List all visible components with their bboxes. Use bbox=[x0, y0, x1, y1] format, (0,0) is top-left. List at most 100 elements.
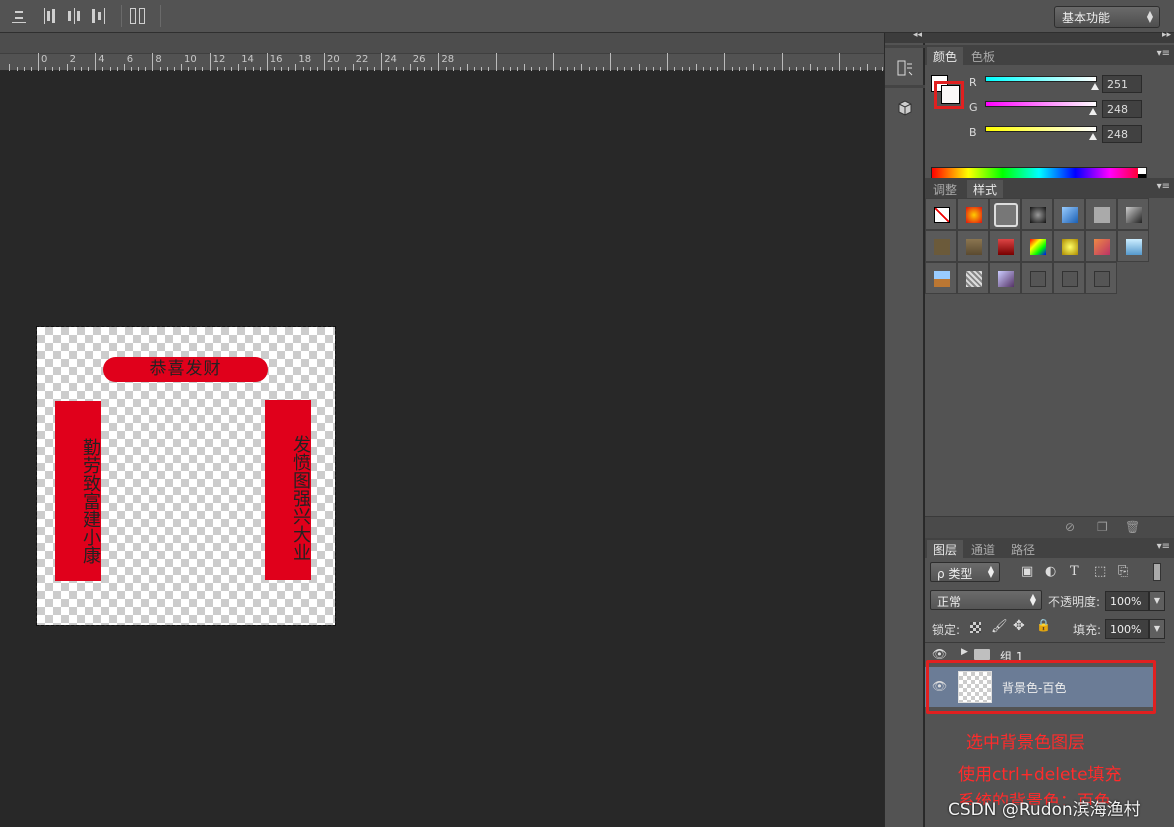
panel-menu-icon[interactable]: ▾≡ bbox=[1157, 48, 1170, 59]
workspace-switcher[interactable]: 基本功能 ▲ ▼ bbox=[1054, 6, 1160, 28]
panel-menu-icon[interactable]: ▾≡ bbox=[1157, 541, 1170, 552]
new-style-icon[interactable]: ❐ bbox=[1097, 520, 1108, 534]
channel-g-value[interactable]: 248 bbox=[1102, 100, 1142, 118]
highlight-box bbox=[934, 81, 964, 109]
style-preset[interactable] bbox=[1021, 230, 1053, 262]
style-pattern-swatch bbox=[966, 271, 982, 287]
ruler-label: 0 bbox=[41, 54, 48, 65]
style-preset[interactable] bbox=[957, 198, 989, 230]
clear-style-icon[interactable]: ⊘ bbox=[1065, 520, 1075, 534]
ruler-label: 4 bbox=[98, 54, 105, 65]
style-preset[interactable] bbox=[989, 230, 1021, 262]
style-preset[interactable] bbox=[957, 230, 989, 262]
lock-transparent-icon[interactable] bbox=[970, 622, 981, 633]
lock-paint-brush-icon[interactable]: 🖌 bbox=[991, 619, 1008, 634]
style-preset[interactable] bbox=[989, 198, 1021, 230]
style-preset[interactable] bbox=[1053, 262, 1085, 294]
align-left-edges-icon[interactable] bbox=[44, 8, 60, 24]
style-olive-swatch bbox=[934, 239, 950, 255]
filter-pixel-icon[interactable]: ▣ bbox=[1021, 564, 1033, 579]
styles-panel: 调整 样式 ▾≡ ⊘ ❐ 🗑 bbox=[925, 178, 1174, 538]
channel-r-slider[interactable] bbox=[985, 76, 1097, 82]
ruler-label: 26 bbox=[412, 54, 426, 65]
tab-swatches[interactable]: 色板 bbox=[965, 47, 1001, 65]
style-preset[interactable] bbox=[1085, 262, 1117, 294]
style-preset[interactable] bbox=[925, 262, 957, 294]
updown-arrows-icon: ▲ ▼ bbox=[1146, 9, 1153, 24]
style-sunset-swatch bbox=[1094, 239, 1110, 255]
align-vertical-centers-icon[interactable] bbox=[12, 8, 28, 24]
distribute-vertical-icon[interactable] bbox=[68, 8, 84, 24]
lock-all-icon[interactable]: 🔒 bbox=[1036, 618, 1051, 632]
style-preset[interactable] bbox=[1053, 230, 1085, 262]
horizontal-ruler[interactable]: 0 2 4 6 8 10 12 14 16 18 20 22 24 26 28 bbox=[0, 33, 884, 71]
tab-color[interactable]: 颜色 bbox=[927, 47, 964, 65]
style-preset[interactable] bbox=[1085, 198, 1117, 230]
channel-r-thumb[interactable] bbox=[1091, 83, 1099, 90]
channel-g-slider[interactable] bbox=[985, 101, 1097, 107]
auto-align-layers-icon[interactable] bbox=[130, 8, 146, 24]
trash-icon[interactable]: 🗑 bbox=[1125, 520, 1140, 534]
fill-input[interactable]: 100% bbox=[1105, 619, 1149, 639]
document-canvas[interactable]: 恭喜发财 勤劳致富建小康 发愤图强兴大业 bbox=[36, 326, 336, 626]
style-blue-glass-swatch bbox=[1062, 207, 1078, 223]
style-preset[interactable] bbox=[1053, 198, 1085, 230]
filter-type-icon[interactable]: T bbox=[1070, 564, 1079, 579]
style-purple-swatch bbox=[998, 271, 1014, 287]
style-empty-1-swatch bbox=[1030, 271, 1046, 287]
ruler-label: 28 bbox=[441, 54, 455, 65]
tab-styles[interactable]: 样式 bbox=[967, 180, 1004, 198]
channel-b-slider[interactable] bbox=[985, 126, 1097, 132]
lock-position-icon[interactable]: ✥ bbox=[1013, 618, 1025, 634]
filter-toggle[interactable] bbox=[1153, 563, 1161, 581]
annotation-line-1: 选中背景色图层 bbox=[966, 733, 1085, 753]
color-panel-tabs: 颜色 色板 ▾≡ bbox=[925, 45, 1174, 65]
blend-mode-select[interactable]: 正常 ▲ ▼ bbox=[930, 590, 1042, 610]
ruler-label: 24 bbox=[384, 54, 397, 65]
style-preset[interactable] bbox=[925, 198, 957, 230]
style-preset[interactable] bbox=[957, 262, 989, 294]
toolbar-divider bbox=[121, 5, 122, 27]
color-panel: 颜色 色板 ▾≡ R 251 G 248 B 248 bbox=[925, 45, 1174, 180]
expand-triangle-icon[interactable]: ▶ bbox=[961, 647, 968, 657]
style-preset[interactable] bbox=[925, 230, 957, 262]
style-gray-swatch bbox=[1094, 207, 1110, 223]
panel-menu-icon[interactable]: ▾≡ bbox=[1157, 181, 1170, 192]
style-preset[interactable] bbox=[989, 262, 1021, 294]
fill-dropdown[interactable]: ▼ bbox=[1149, 619, 1165, 639]
expand-arrows-icon[interactable]: ▸▸ bbox=[1162, 30, 1171, 40]
csdn-watermark: CSDN @Rudon滨海渔村 bbox=[948, 800, 1141, 820]
panels-collapse-bar[interactable]: ▸▸ bbox=[925, 30, 1174, 43]
tab-adjustments[interactable]: 调整 bbox=[927, 180, 963, 198]
style-preset[interactable] bbox=[1117, 230, 1149, 262]
channel-b-thumb[interactable] bbox=[1089, 133, 1097, 140]
channel-b-value[interactable]: 248 bbox=[1102, 125, 1142, 143]
lock-label: 锁定: bbox=[932, 623, 961, 637]
dock-collapse-bar[interactable]: ◂◂ bbox=[885, 30, 925, 43]
tab-paths[interactable]: 路径 bbox=[1005, 540, 1041, 558]
filter-smart-object-icon[interactable]: ⎘ bbox=[1118, 564, 1128, 579]
channel-r-value[interactable]: 251 bbox=[1102, 75, 1142, 93]
layer-filter-select[interactable]: ρ 类型 ▲ ▼ bbox=[930, 562, 1000, 582]
tab-layers[interactable]: 图层 bbox=[927, 540, 964, 558]
style-frame-swatch bbox=[994, 203, 1018, 227]
channel-g-thumb[interactable] bbox=[1089, 108, 1097, 115]
document-window[interactable]: 0 2 4 6 8 10 12 14 16 18 20 22 24 26 28 恭喜发财 勤劳致富建小康 发… bbox=[0, 33, 884, 827]
opacity-input[interactable]: 100% bbox=[1105, 591, 1149, 611]
style-preset[interactable] bbox=[1117, 198, 1149, 230]
style-preset[interactable] bbox=[1085, 230, 1117, 262]
filter-adjustment-icon[interactable]: ◐ bbox=[1045, 564, 1056, 579]
tab-channels[interactable]: 通道 bbox=[965, 540, 1001, 558]
style-preset[interactable] bbox=[1021, 262, 1053, 294]
opacity-dropdown[interactable]: ▼ bbox=[1149, 591, 1165, 611]
3d-panel-icon[interactable] bbox=[895, 98, 915, 118]
style-preset[interactable] bbox=[1021, 198, 1053, 230]
distribute-horizontal-icon[interactable] bbox=[92, 8, 108, 24]
filter-shape-icon[interactable]: ⬚ bbox=[1094, 564, 1106, 579]
style-gold-swatch bbox=[1062, 239, 1078, 255]
align-top-edges-icon[interactable] bbox=[0, 8, 10, 24]
history-panel-icon[interactable] bbox=[895, 58, 915, 78]
collapse-arrows-icon[interactable]: ◂◂ bbox=[913, 30, 922, 40]
layers-panel: 图层 通道 路径 ▾≡ ρ 类型 ▲ ▼ ▣ ◐ T ⬚ ⎘ 正常 ▲ ▼ 不透明度… bbox=[925, 538, 1174, 827]
visibility-eye-icon[interactable]: 👁 bbox=[932, 647, 948, 661]
